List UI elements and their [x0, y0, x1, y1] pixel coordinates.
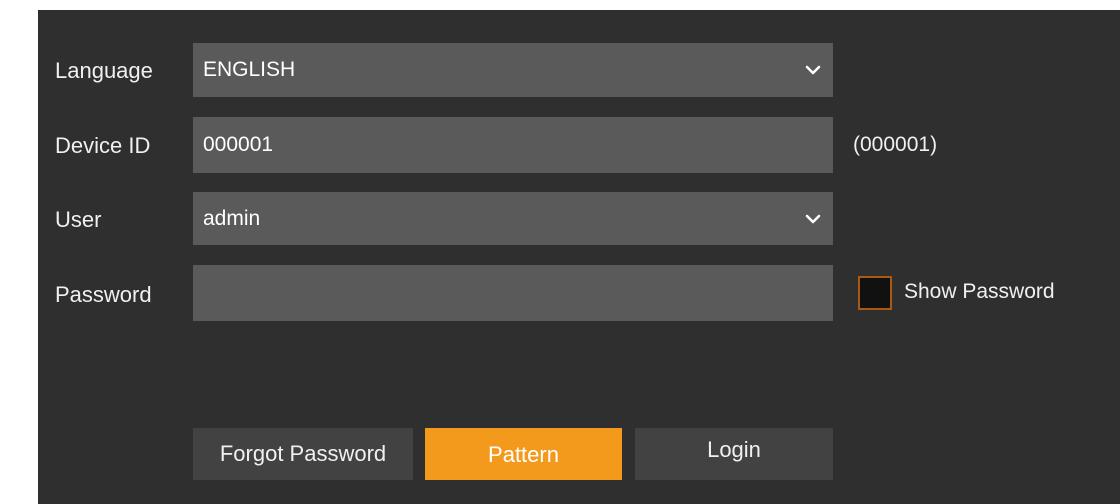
show-password-label[interactable]: Show Password — [904, 280, 1055, 304]
device-id-input[interactable]: 000001 — [193, 117, 833, 173]
user-label: User — [55, 207, 102, 232]
password-input[interactable] — [193, 265, 833, 321]
device-id-label: Device ID — [55, 133, 151, 158]
device-id-hint: (000001) — [853, 133, 938, 156]
language-value: ENGLISH — [203, 58, 296, 81]
user-value: admin — [203, 206, 261, 230]
language-label: Language — [55, 58, 153, 83]
chevron-down-icon[interactable] — [793, 192, 833, 245]
forgot-password-button[interactable]: Forgot Password — [193, 428, 413, 480]
user-select[interactable]: admin — [193, 192, 833, 245]
language-select[interactable]: ENGLISH — [193, 43, 833, 97]
password-label: Password — [55, 282, 152, 307]
chevron-down-icon[interactable] — [793, 43, 833, 97]
device-id-value: 000001 — [203, 133, 274, 156]
login-button[interactable]: Login — [635, 428, 833, 480]
pattern-button[interactable]: Pattern — [425, 428, 622, 480]
show-password-checkbox[interactable] — [858, 276, 892, 310]
